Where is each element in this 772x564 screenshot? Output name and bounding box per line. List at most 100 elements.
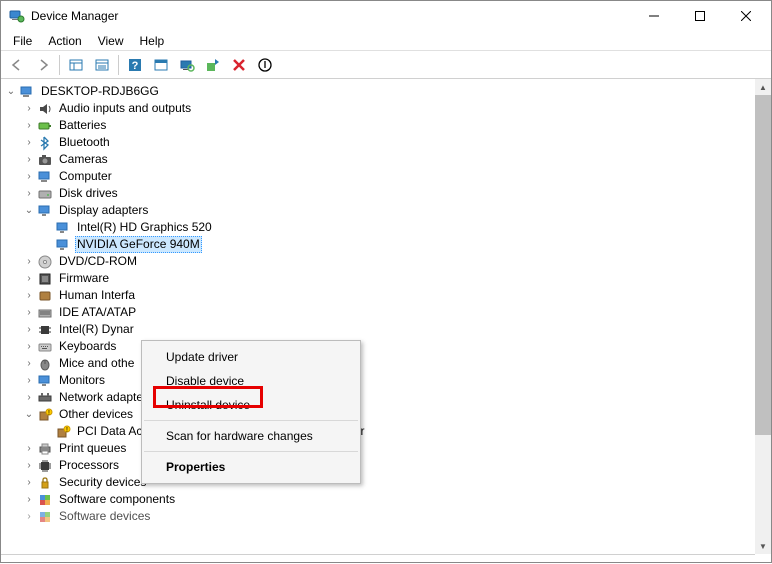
dvd-icon bbox=[37, 254, 53, 270]
help-button[interactable]: ? bbox=[123, 53, 147, 77]
ctx-update-driver[interactable]: Update driver bbox=[142, 345, 360, 369]
tree-category[interactable]: › Keyboards bbox=[1, 338, 755, 355]
tree-label: Display adapters bbox=[57, 202, 150, 219]
expand-icon[interactable]: › bbox=[23, 117, 35, 134]
tree-category[interactable]: ›Monitors bbox=[1, 372, 755, 389]
scrollbar-thumb[interactable] bbox=[755, 95, 771, 435]
expand-icon[interactable]: › bbox=[23, 151, 35, 168]
tree-label: DVD/CD-ROM bbox=[57, 253, 139, 270]
expand-icon[interactable]: › bbox=[23, 321, 35, 338]
collapse-icon[interactable]: ⌄ bbox=[23, 202, 35, 219]
ctx-uninstall-device[interactable]: Uninstall device bbox=[142, 393, 360, 417]
scroll-down-button[interactable]: ▼ bbox=[755, 538, 771, 554]
tree-category[interactable]: ›Bluetooth bbox=[1, 134, 755, 151]
expand-icon[interactable]: › bbox=[23, 338, 35, 355]
expand-icon[interactable]: › bbox=[23, 185, 35, 202]
menu-view[interactable]: View bbox=[90, 32, 132, 50]
collapse-icon[interactable]: ⌄ bbox=[5, 83, 17, 100]
tree-device[interactable]: !PCI Data Acquisition and Signal Process… bbox=[1, 423, 755, 440]
expand-icon[interactable]: › bbox=[23, 389, 35, 406]
tree-category[interactable]: ›Disk drives bbox=[1, 185, 755, 202]
expand-icon[interactable]: › bbox=[23, 304, 35, 321]
ide-icon bbox=[37, 305, 53, 321]
tree-root[interactable]: ⌄ DESKTOP-RDJB6GG bbox=[1, 83, 755, 100]
scroll-up-button[interactable]: ▲ bbox=[755, 79, 771, 95]
tree-category[interactable]: ›Software components bbox=[1, 491, 755, 508]
tree-category[interactable]: ⌄!Other devices bbox=[1, 406, 755, 423]
forward-button[interactable] bbox=[31, 53, 55, 77]
minimize-button[interactable] bbox=[631, 1, 677, 31]
expand-icon[interactable]: › bbox=[23, 491, 35, 508]
scan-hardware-button[interactable] bbox=[175, 53, 199, 77]
printer-icon bbox=[37, 441, 53, 457]
expand-icon[interactable]: › bbox=[23, 474, 35, 491]
uninstall-button[interactable] bbox=[227, 53, 251, 77]
mouse-icon bbox=[37, 356, 53, 372]
close-button[interactable] bbox=[723, 1, 769, 31]
expand-icon[interactable]: › bbox=[23, 457, 35, 474]
device-tree[interactable]: ⌄ DESKTOP-RDJB6GG ›Audio inputs and outp… bbox=[1, 79, 755, 554]
software-icon bbox=[37, 509, 53, 525]
tree-label: Software devices bbox=[57, 508, 152, 525]
tree-category[interactable]: ⌄ Display adapters bbox=[1, 202, 755, 219]
tree-category[interactable]: ›Security devices bbox=[1, 474, 755, 491]
other-devices-icon: ! bbox=[37, 407, 53, 423]
expand-icon[interactable]: › bbox=[23, 372, 35, 389]
tree-device-selected[interactable]: NVIDIA GeForce 940M bbox=[1, 236, 755, 253]
tree-label: Keyboards bbox=[57, 338, 118, 355]
vertical-scrollbar[interactable]: ▲ ▼ bbox=[755, 79, 771, 554]
display-adapter-icon bbox=[37, 203, 53, 219]
expand-icon[interactable]: › bbox=[23, 100, 35, 117]
properties-button[interactable] bbox=[90, 53, 114, 77]
tree-category[interactable]: ›IDE ATA/ATAP bbox=[1, 304, 755, 321]
tree-category[interactable]: ›Batteries bbox=[1, 117, 755, 134]
ctx-properties[interactable]: Properties bbox=[142, 455, 360, 479]
tree-category[interactable]: ›Firmware bbox=[1, 270, 755, 287]
menu-file[interactable]: File bbox=[5, 32, 40, 50]
expand-icon[interactable]: › bbox=[23, 440, 35, 457]
action-button[interactable] bbox=[149, 53, 173, 77]
collapse-icon[interactable]: ⌄ bbox=[23, 406, 35, 423]
expand-icon[interactable]: › bbox=[23, 355, 35, 372]
ctx-separator bbox=[144, 451, 358, 452]
disable-button[interactable] bbox=[253, 53, 277, 77]
show-hide-console-button[interactable] bbox=[64, 53, 88, 77]
ctx-scan-hardware[interactable]: Scan for hardware changes bbox=[142, 424, 360, 448]
tree-category[interactable]: ›Mice and othe bbox=[1, 355, 755, 372]
tree-category[interactable]: ›Computer bbox=[1, 168, 755, 185]
expand-icon[interactable]: › bbox=[23, 508, 35, 525]
update-driver-button[interactable] bbox=[201, 53, 225, 77]
tree-category[interactable]: › Print queues bbox=[1, 440, 755, 457]
expand-icon[interactable]: › bbox=[23, 287, 35, 304]
tree-category[interactable]: ›Processors bbox=[1, 457, 755, 474]
tree-category[interactable]: ›Human Interfa bbox=[1, 287, 755, 304]
hid-icon bbox=[37, 288, 53, 304]
tree-category[interactable]: ›Intel(R) Dynar bbox=[1, 321, 755, 338]
menu-action[interactable]: Action bbox=[40, 32, 89, 50]
tree-device[interactable]: Intel(R) HD Graphics 520 bbox=[1, 219, 755, 236]
expand-icon[interactable]: › bbox=[23, 168, 35, 185]
toolbar-sep bbox=[118, 55, 119, 75]
computer-icon bbox=[37, 169, 53, 185]
tree-category[interactable]: ›Network adapters bbox=[1, 389, 755, 406]
expand-icon[interactable]: › bbox=[23, 134, 35, 151]
tree-category[interactable]: › Software devices bbox=[1, 508, 755, 525]
window-title: Device Manager bbox=[31, 9, 631, 23]
tree-label: Intel(R) HD Graphics 520 bbox=[75, 219, 214, 236]
back-button[interactable] bbox=[5, 53, 29, 77]
ctx-disable-device[interactable]: Disable device bbox=[142, 369, 360, 393]
maximize-button[interactable] bbox=[677, 1, 723, 31]
tree-category[interactable]: ›Audio inputs and outputs bbox=[1, 100, 755, 117]
tree-category[interactable]: › DVD/CD-ROM bbox=[1, 253, 755, 270]
disk-icon bbox=[37, 186, 53, 202]
processor-icon bbox=[37, 458, 53, 474]
audio-icon bbox=[37, 101, 53, 117]
content-area: ⌄ DESKTOP-RDJB6GG ›Audio inputs and outp… bbox=[1, 79, 771, 564]
menu-help[interactable]: Help bbox=[132, 32, 173, 50]
chip-icon bbox=[37, 322, 53, 338]
tree-category[interactable]: ›Cameras bbox=[1, 151, 755, 168]
security-icon bbox=[37, 475, 53, 491]
expand-icon[interactable]: › bbox=[23, 270, 35, 287]
expand-icon[interactable]: › bbox=[23, 253, 35, 270]
tree-label: Print queues bbox=[57, 440, 128, 457]
